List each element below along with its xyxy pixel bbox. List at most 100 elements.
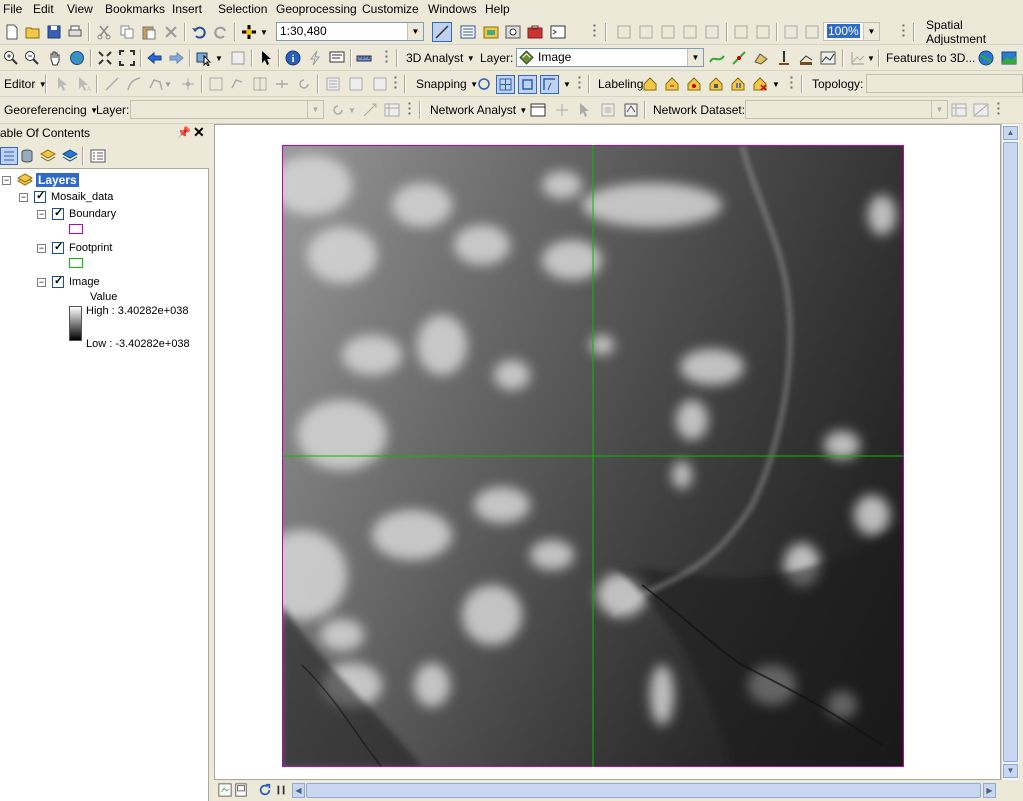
fixed-zoom-in-icon[interactable]	[97, 50, 113, 66]
list-by-source-icon[interactable]	[19, 148, 35, 164]
point-tool-icon[interactable]	[180, 76, 196, 92]
menu-file[interactable]: File	[3, 2, 22, 16]
open-folder-icon[interactable]	[25, 24, 41, 40]
scroll-left-icon[interactable]: ◀	[292, 783, 305, 798]
rotate-tool-icon[interactable]	[296, 76, 312, 92]
previous-extent-layout-icon[interactable]	[783, 24, 799, 40]
html-popup-icon[interactable]	[329, 50, 345, 66]
scroll-down-icon[interactable]: ▼	[1003, 764, 1018, 778]
layer-visibility-checkbox[interactable]	[52, 206, 64, 220]
select-elements-icon[interactable]	[258, 50, 274, 66]
3d-layer-combo[interactable]: Image ▼	[516, 48, 704, 67]
editor-toolbar-toggle-icon[interactable]	[432, 22, 452, 42]
new-document-icon[interactable]	[4, 24, 20, 40]
create-network-location-icon[interactable]	[554, 102, 570, 118]
network-dataset-combo[interactable]: ▼	[745, 100, 948, 119]
footprint-symbol[interactable]	[69, 258, 83, 268]
toolbar-grip[interactable]: ▪ ▪ ▪	[394, 74, 400, 93]
data-view-icon[interactable]	[218, 783, 232, 797]
interpolate-point-icon[interactable]	[731, 50, 747, 66]
lock-labels-icon[interactable]	[708, 76, 724, 92]
chevron-down-icon[interactable]: ▼	[687, 49, 703, 66]
print-icon[interactable]	[67, 24, 83, 40]
georef-layer-combo[interactable]: ▼	[130, 100, 324, 119]
fixed-zoom-out-layout-icon[interactable]	[755, 24, 771, 40]
list-by-visibility-icon[interactable]	[40, 148, 56, 164]
catalog-icon[interactable]	[483, 24, 499, 40]
layer-visibility-checkbox[interactable]	[52, 274, 64, 288]
editor-menu[interactable]: Editor ▼	[4, 75, 47, 93]
reshape-feature-icon[interactable]	[230, 76, 246, 92]
label-weights-icon[interactable]	[686, 76, 702, 92]
create-graph-icon[interactable]	[850, 50, 866, 66]
clear-selection-icon[interactable]	[230, 50, 246, 66]
table-of-contents-icon[interactable]	[460, 24, 476, 40]
scroll-up-icon[interactable]: ▲	[1003, 126, 1018, 140]
network-analyst-window-icon[interactable]	[530, 102, 546, 118]
chevron-down-icon[interactable]: ▼	[931, 101, 947, 118]
zoom-percent-combo[interactable]: 100% ▼	[823, 22, 880, 41]
features-to-3d-button[interactable]: Features to 3D...	[886, 49, 975, 67]
cut-icon[interactable]	[96, 24, 112, 40]
straight-segment-icon[interactable]	[104, 76, 120, 92]
undo-icon[interactable]	[191, 24, 207, 40]
spatial-adjustment-menu[interactable]: Spatial Adjustment	[926, 18, 1023, 46]
interpolate-line-icon[interactable]	[709, 50, 725, 66]
select-features-dropdown-arrow[interactable]: ▼	[215, 49, 223, 67]
menu-insert[interactable]: Insert	[172, 2, 202, 16]
network-analyst-menu[interactable]: Network Analyst ▼	[430, 101, 527, 119]
menu-view[interactable]: View	[67, 2, 93, 16]
chevron-down-icon[interactable]: ▼	[407, 23, 423, 40]
copy-icon[interactable]	[119, 24, 135, 40]
toolbar-grip[interactable]: ▪ ▪ ▪	[408, 100, 414, 119]
edit-tool-icon[interactable]	[54, 76, 70, 92]
labeling-dropdown-arrow[interactable]: ▼	[772, 75, 780, 93]
full-extent-icon[interactable]	[69, 50, 85, 66]
point-snapping-icon[interactable]	[476, 76, 492, 92]
layer-label[interactable]: Boundary	[69, 208, 116, 220]
menu-selection[interactable]: Selection	[218, 2, 267, 16]
refresh-icon[interactable]	[258, 783, 272, 797]
rotate-georef-icon[interactable]	[330, 102, 346, 118]
scale-combo[interactable]: 1:30,480 ▼	[276, 22, 424, 41]
zoom-whole-page-icon[interactable]	[682, 24, 698, 40]
toolbar-grip[interactable]: ▪ ▪ ▪	[790, 74, 796, 93]
interpolate-polygon-icon[interactable]	[753, 50, 769, 66]
georeferencing-menu[interactable]: Georeferencing ▼	[4, 101, 98, 119]
zoom-100-icon[interactable]	[704, 24, 720, 40]
edge-snapping-icon[interactable]	[540, 75, 559, 94]
identify-icon[interactable]: i	[285, 50, 301, 66]
menu-edit[interactable]: Edit	[33, 2, 54, 16]
legend-color-ramp[interactable]	[69, 306, 82, 341]
layer-row[interactable]: − Boundary	[37, 206, 116, 222]
group-layer-row[interactable]: − Mosaik_data	[19, 189, 113, 205]
menu-bookmarks[interactable]: Bookmarks	[105, 2, 165, 16]
cut-polygons-icon[interactable]	[252, 76, 268, 92]
chevron-down-icon[interactable]: ▼	[307, 101, 323, 118]
zoom-in-fixed-icon[interactable]	[616, 24, 632, 40]
list-by-drawing-order-icon[interactable]	[0, 147, 18, 165]
profile-graph-icon[interactable]	[820, 50, 836, 66]
layer-visibility-checkbox[interactable]	[52, 240, 64, 254]
create-features-icon[interactable]	[372, 76, 388, 92]
network-identify-icon[interactable]	[951, 102, 967, 118]
raster-image[interactable]	[282, 145, 904, 767]
zoom-out-fixed-icon[interactable]	[638, 24, 654, 40]
save-icon[interactable]	[46, 24, 62, 40]
toolbar-grip[interactable]: ▪ ▪ ▪	[385, 48, 391, 67]
split-tool-icon[interactable]	[274, 76, 290, 92]
layout-view-icon[interactable]	[234, 783, 248, 797]
next-extent-layout-icon[interactable]	[804, 24, 820, 40]
python-window-icon[interactable]	[550, 24, 566, 40]
rotate-dropdown-arrow[interactable]: ▼	[348, 101, 356, 119]
paste-icon[interactable]	[141, 24, 157, 40]
edit-annotation-icon[interactable]: A	[75, 76, 91, 92]
group-visibility-checkbox[interactable]	[34, 189, 46, 203]
view-link-table-icon[interactable]	[384, 102, 400, 118]
zoom-out-icon[interactable]	[24, 50, 40, 66]
arctoolbox-icon[interactable]	[527, 24, 543, 40]
3d-analyst-menu[interactable]: 3D Analyst ▼	[406, 49, 475, 67]
label-manager-icon[interactable]	[642, 76, 658, 92]
snapping-dropdown-arrow[interactable]: ▼	[563, 75, 571, 93]
toolbar-grip[interactable]: ▪ ▪ ▪	[902, 22, 908, 41]
